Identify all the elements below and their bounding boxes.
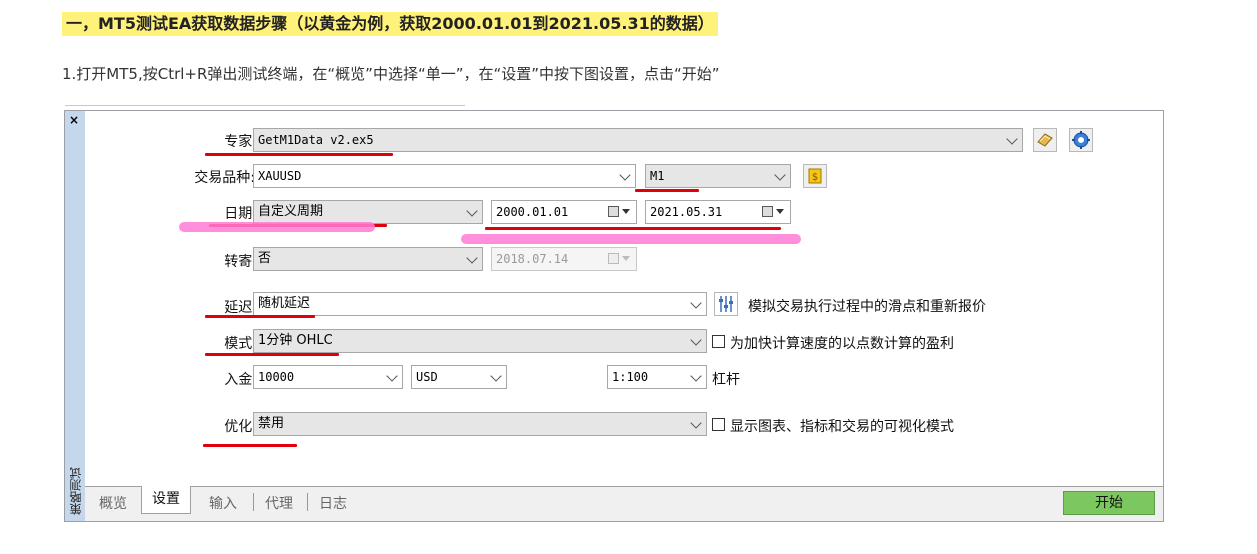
expert-select[interactable]: GetM1Data v2.ex5 <box>253 128 1023 152</box>
symbol-input[interactable]: XAUUSD <box>253 164 636 188</box>
tab-journal[interactable]: 日志 <box>319 493 347 513</box>
date-from-picker[interactable]: 2000.01.01 <box>491 200 637 224</box>
visual-mode-checkbox[interactable] <box>712 418 725 431</box>
strategy-tester-window: × 策略测试 专家: GetM1Data v2.ex5 交易品种: XAUUSD… <box>64 105 1164 522</box>
annotation-highlight <box>461 234 801 244</box>
expert-properties-button[interactable] <box>1033 128 1057 152</box>
tab-overview[interactable]: 概览 <box>99 493 127 513</box>
tab-agents[interactable]: 代理 <box>265 493 293 513</box>
date-mode-select[interactable]: 自定义周期 <box>253 200 483 224</box>
mode-select[interactable]: 1分钟 OHLC <box>253 329 707 353</box>
section-heading: 一，MT5测试EA获取数据步骤（以黄金为例，获取2000.01.01到2021.… <box>62 12 718 36</box>
optimization-label: 优化: <box>224 419 257 435</box>
date-to-picker[interactable]: 2021.05.31 <box>645 200 791 224</box>
settings-panel: 专家: GetM1Data v2.ex5 交易品种: XAUUSD M1 $ 日… <box>85 111 1163 487</box>
chevron-down-icon <box>690 297 702 309</box>
tester-tabs: 概览 设置 输入 代理 日志 开始 <box>85 486 1163 521</box>
annotation-underline <box>205 353 339 356</box>
symbol-label: 交易品种: <box>194 170 255 186</box>
tester-side-panel: × 策略测试 <box>65 111 86 521</box>
chevron-down-icon <box>619 169 631 181</box>
delay-settings-button[interactable] <box>714 292 738 316</box>
forward-date-value: 2018.07.14 <box>496 252 569 266</box>
chevron-down-icon <box>466 205 478 217</box>
calendar-icon[interactable] <box>608 205 632 219</box>
visual-mode-label: 显示图表、指标和交易的可视化模式 <box>730 419 954 435</box>
tab-settings[interactable]: 设置 <box>141 486 191 514</box>
chevron-down-icon <box>466 252 478 264</box>
chevron-down-icon <box>1006 133 1018 145</box>
chevron-down-icon <box>690 334 702 346</box>
symbol-value: XAUUSD <box>258 169 302 183</box>
delay-value: 随机延迟 <box>258 296 311 311</box>
annotation-underline <box>205 315 315 318</box>
side-panel-label: 策略测试 <box>69 467 83 515</box>
chevron-down-icon <box>690 370 702 382</box>
chevron-down-icon <box>774 169 786 181</box>
expert-label: 专家: <box>224 134 257 150</box>
annotation-underline <box>205 153 393 156</box>
mode-label: 模式: <box>224 336 257 352</box>
settings-button[interactable] <box>1069 128 1093 152</box>
script-icon <box>1037 133 1053 147</box>
tab-inputs[interactable]: 输入 <box>209 493 237 513</box>
chevron-down-icon <box>386 370 398 382</box>
start-button[interactable]: 开始 <box>1063 491 1155 515</box>
deposit-label: 入金: <box>224 372 257 388</box>
point-profit-checkbox[interactable] <box>712 335 725 348</box>
timeframe-value: M1 <box>650 169 665 183</box>
point-profit-label: 为加快计算速度的以点数计算的盈利 <box>730 336 954 352</box>
chevron-down-icon <box>690 417 702 429</box>
delay-label: 延迟: <box>224 300 257 316</box>
gear-icon <box>1072 131 1090 149</box>
svg-text:$: $ <box>812 172 818 183</box>
date-from-value: 2000.01.01 <box>496 205 569 219</box>
forward-select[interactable]: 否 <box>253 247 483 271</box>
currency-value: USD <box>416 370 438 384</box>
deposit-value: 10000 <box>258 370 295 384</box>
forward-value: 否 <box>258 251 272 266</box>
symbol-properties-button[interactable]: $ <box>803 164 827 188</box>
annotation-highlight <box>179 222 375 232</box>
deposit-input[interactable]: 10000 <box>253 365 403 389</box>
calendar-icon <box>608 252 632 266</box>
leverage-select[interactable]: 1:100 <box>607 365 707 389</box>
tab-separator <box>307 493 308 511</box>
forward-date-picker: 2018.07.14 <box>491 247 637 271</box>
forward-label: 转寄: <box>224 254 257 270</box>
tab-separator <box>253 493 254 511</box>
currency-select[interactable]: USD <box>411 365 507 389</box>
leverage-label: 杠杆 <box>712 372 740 388</box>
date-to-value: 2021.05.31 <box>650 205 723 219</box>
sliders-icon <box>719 296 733 312</box>
optimization-select[interactable]: 禁用 <box>253 412 707 436</box>
timeframe-select[interactable]: M1 <box>645 164 791 188</box>
mode-value: 1分钟 OHLC <box>258 333 333 348</box>
expert-value: GetM1Data v2.ex5 <box>258 133 374 147</box>
chevron-down-icon <box>490 370 502 382</box>
delay-select[interactable]: 随机延迟 <box>253 292 707 316</box>
step-instruction: 1.打开MT5,按Ctrl+R弹出测试终端，在“概览”中选择“单一”，在“设置”… <box>62 65 720 83</box>
divider <box>65 105 465 106</box>
delay-note: 模拟交易执行过程中的滑点和重新报价 <box>748 299 986 315</box>
close-icon[interactable]: × <box>69 113 79 127</box>
leverage-value: 1:100 <box>612 370 649 384</box>
date-mode-value: 自定义周期 <box>258 204 324 219</box>
date-label: 日期: <box>224 206 257 222</box>
annotation-underline <box>203 444 297 447</box>
annotation-underline <box>485 227 781 230</box>
annotation-underline <box>635 189 699 192</box>
optimization-value: 禁用 <box>258 416 285 431</box>
symbol-icon: $ <box>808 168 822 184</box>
calendar-icon[interactable] <box>762 205 786 219</box>
